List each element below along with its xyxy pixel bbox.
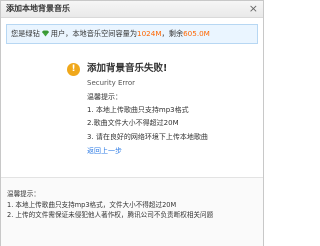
footer-note: 1. 本地上传歌曲只支持mp3格式，文件大小不得超过20M bbox=[7, 201, 177, 209]
footer-note: 2. 上传的文件需保证未侵犯他人著作权，腾讯公司不负责断权相关问题 bbox=[7, 211, 214, 219]
tips-heading: 温馨提示： bbox=[87, 93, 122, 101]
green-diamond-icon bbox=[41, 30, 49, 37]
error-subtitle: Security Error bbox=[87, 79, 136, 87]
dialog-title: 添加本地背景音乐 bbox=[6, 4, 70, 13]
tip-item: 3. 请在良好的网络环境下上传本地歌曲 bbox=[87, 133, 208, 141]
storage-info-bar: 您是绿钻 用户，本地音乐空间容量为1024M，剩余605.0M bbox=[6, 24, 258, 44]
tip-item: 2.歌曲文件大小不得超过20M bbox=[87, 119, 179, 127]
back-link[interactable]: 返回上一步 bbox=[87, 147, 122, 156]
footer-notes: 温馨提示： 1. 本地上传歌曲只支持mp3格式，文件大小不得超过20M 2. 上… bbox=[1, 177, 263, 246]
infobar-sep: ，剩余 bbox=[161, 29, 184, 38]
infobar-prefix: 您是绿钻 bbox=[11, 29, 40, 38]
total-capacity: 1024M bbox=[137, 29, 162, 38]
footer-heading: 温馨提示： bbox=[7, 190, 40, 198]
dialog-titlebar: 添加本地背景音乐 × bbox=[1, 1, 263, 18]
close-icon[interactable]: × bbox=[249, 2, 258, 15]
infobar-middle: 用户，本地音乐空间容量为 bbox=[50, 29, 138, 38]
error-title: 添加背景音乐失败! bbox=[87, 63, 168, 74]
add-background-music-dialog: 添加本地背景音乐 × 您是绿钻 用户，本地音乐空间容量为1024M，剩余605.0… bbox=[0, 0, 264, 246]
warning-icon: ! bbox=[67, 63, 80, 76]
tip-item: 1. 本地上传歌曲只支持mp3格式 bbox=[87, 106, 189, 114]
remaining-capacity: 605.0M bbox=[183, 29, 210, 38]
